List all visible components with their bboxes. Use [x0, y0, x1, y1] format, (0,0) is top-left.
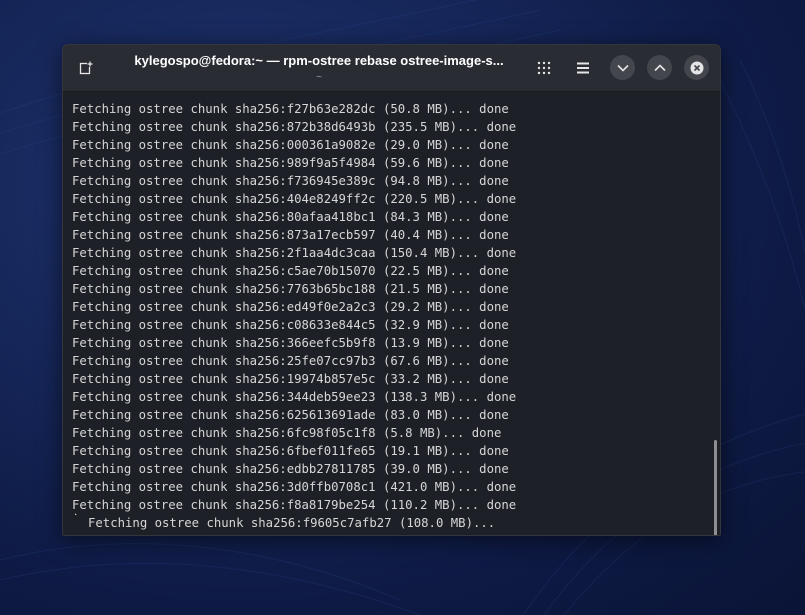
output-line: Fetching ostree chunk sha256:80afaa418bc… [72, 210, 509, 224]
current-output-line: ˙ Fetching ostree chunk sha256:f9605c7afb… [72, 512, 720, 532]
output-line: Fetching ostree chunk sha256:19974b857e5… [72, 372, 509, 386]
current-line-text: Fetching ostree chunk sha256:f9605c7afb2… [88, 516, 496, 530]
output-lines: Fetching ostree chunk sha256:f27b63e282d… [72, 100, 720, 514]
output-line: Fetching ostree chunk sha256:6fc98f05c1f… [72, 426, 502, 440]
output-line: Fetching ostree chunk sha256:25fe07cc97b… [72, 354, 509, 368]
output-line: Fetching ostree chunk sha256:2f1aa4dc3ca… [72, 246, 517, 260]
maximize-button[interactable] [647, 55, 672, 80]
output-line: Fetching ostree chunk sha256:c5ae70b1507… [72, 264, 509, 278]
scrollbar[interactable] [714, 440, 717, 535]
new-tab-button[interactable] [72, 54, 100, 82]
hamburger-menu-button[interactable] [569, 54, 597, 82]
chevron-up-icon [653, 63, 666, 71]
output-line: Fetching ostree chunk sha256:edbb2781178… [72, 462, 509, 476]
terminal-window[interactable]: kylegospo@fedora:~ — rpm-ostree rebase o… [62, 44, 721, 536]
output-line: Fetching ostree chunk sha256:6fbef011fe6… [72, 444, 509, 458]
output-line: Fetching ostree chunk sha256:366eefc5b9f… [72, 336, 509, 350]
output-line: Fetching ostree chunk sha256:404e8249ff2… [72, 192, 517, 206]
output-line: Fetching ostree chunk sha256:3d0ffb0708c… [72, 480, 517, 494]
terminal-output[interactable]: Fetching ostree chunk sha256:f27b63e282d… [63, 92, 720, 535]
output-line: Fetching ostree chunk sha256:625613691ad… [72, 408, 509, 422]
window-title: kylegospo@fedora:~ — rpm-ostree rebase o… [134, 53, 504, 68]
output-line: Fetching ostree chunk sha256:873a17ecb59… [72, 228, 509, 242]
output-line: Fetching ostree chunk sha256:000361a9082… [72, 138, 509, 152]
output-line: Fetching ostree chunk sha256:f8a8179be25… [72, 498, 517, 512]
output-line: Fetching ostree chunk sha256:f27b63e282d… [72, 102, 509, 116]
output-line: Fetching ostree chunk sha256:344deb59ee2… [72, 390, 517, 404]
output-line: Fetching ostree chunk sha256:7763b65bc18… [72, 282, 509, 296]
chevron-down-icon [616, 64, 629, 72]
grid-menu-icon [537, 61, 551, 75]
output-line: Fetching ostree chunk sha256:989f9a5f498… [72, 156, 509, 170]
title-bar[interactable]: kylegospo@fedora:~ — rpm-ostree rebase o… [63, 45, 720, 92]
minimize-button[interactable] [610, 55, 635, 80]
progress-spinner: ˙ [72, 512, 80, 526]
grid-menu-button[interactable] [530, 54, 558, 82]
new-tab-icon [79, 61, 93, 75]
output-line: Fetching ostree chunk sha256:ed49f0e2a2c… [72, 300, 509, 314]
window-subtitle: ~ [316, 72, 322, 83]
output-line: Fetching ostree chunk sha256:872b38d6493… [72, 120, 517, 134]
output-line: Fetching ostree chunk sha256:f736945e389… [72, 174, 509, 188]
close-icon [690, 61, 703, 74]
hamburger-menu-icon [577, 62, 589, 74]
close-button[interactable] [684, 55, 709, 80]
output-line: Fetching ostree chunk sha256:c08633e844c… [72, 318, 509, 332]
